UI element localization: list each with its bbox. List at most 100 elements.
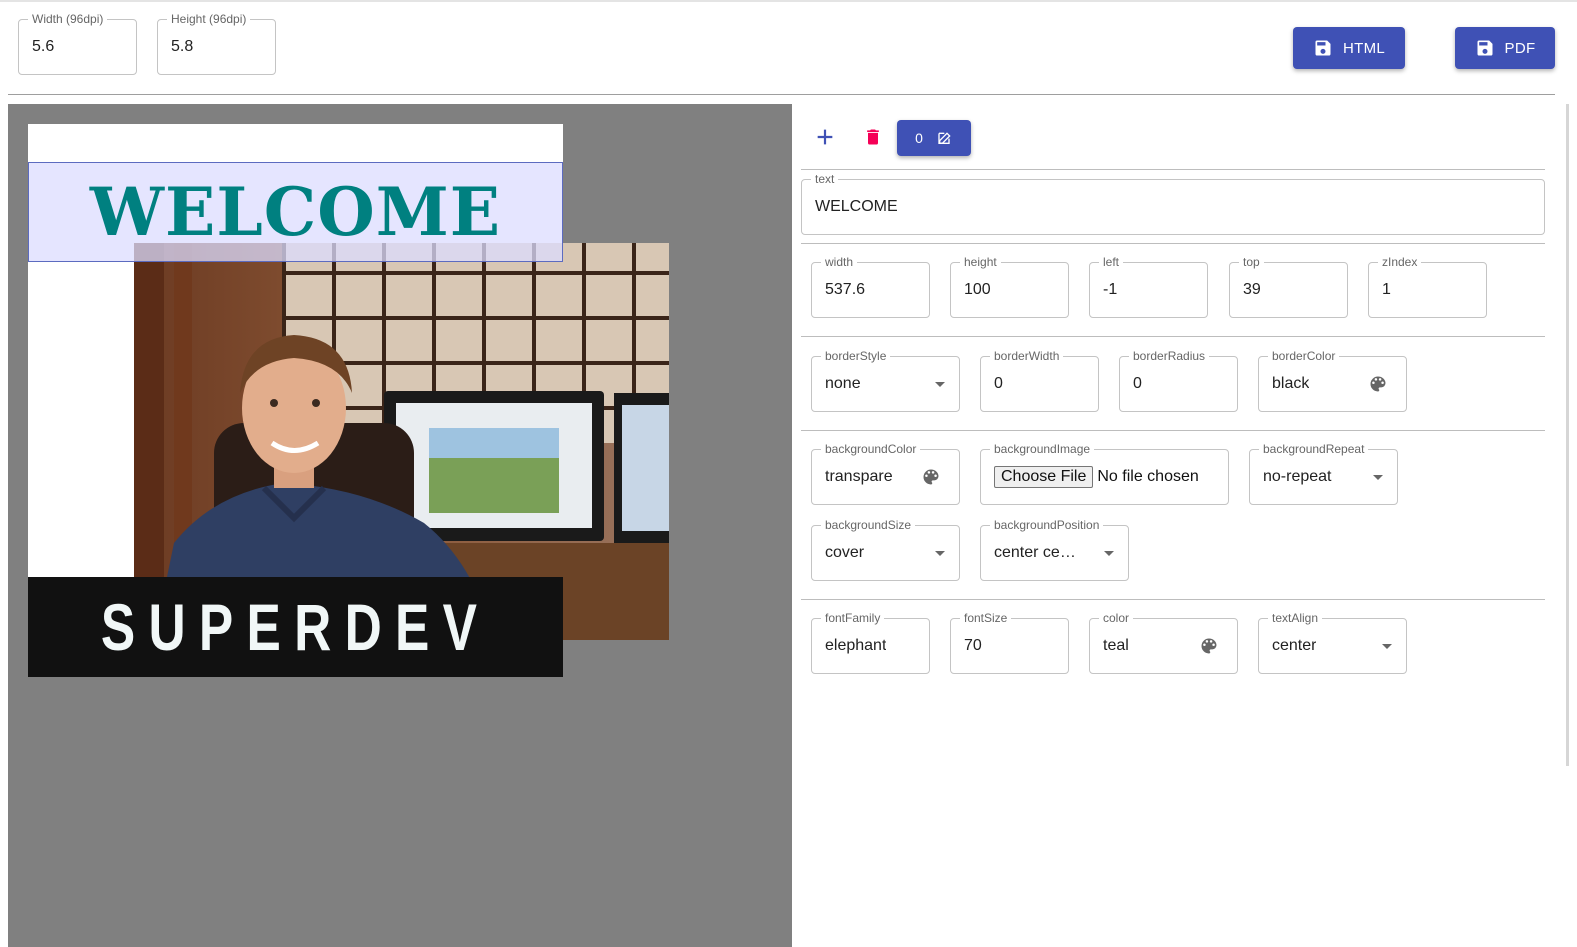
background-size-value: cover	[825, 544, 865, 561]
height-field[interactable]: height 100	[950, 255, 1069, 318]
section-divider	[801, 243, 1545, 244]
top-label: top	[1239, 255, 1264, 269]
edit-icon	[938, 132, 951, 144]
left-label: left	[1099, 255, 1124, 269]
border-color-value[interactable]: black	[1272, 375, 1309, 393]
add-element-button[interactable]	[811, 123, 839, 151]
save-icon	[1477, 40, 1493, 56]
font-size-value[interactable]: 70	[964, 637, 982, 655]
font-family-field[interactable]: fontFamily elephant	[811, 611, 930, 674]
welcome-text-element[interactable]: WELCOME	[28, 162, 563, 262]
section-divider	[801, 430, 1545, 431]
background-color-value[interactable]: transpare	[825, 468, 895, 486]
element-index-value: 0	[915, 130, 923, 146]
page-height-value[interactable]: 5.8	[171, 38, 193, 56]
border-width-value[interactable]: 0	[994, 375, 1003, 393]
export-pdf-label: PDF	[1504, 39, 1536, 57]
background-position-label: backgroundPosition	[990, 518, 1104, 532]
font-family-value[interactable]: elephant	[825, 637, 886, 655]
border-width-label: borderWidth	[990, 349, 1064, 363]
height-label: height	[960, 255, 1001, 269]
border-radius-field[interactable]: borderRadius 0	[1119, 349, 1238, 412]
element-index-button[interactable]: 0	[897, 120, 971, 156]
delete-element-button[interactable]	[860, 123, 886, 151]
zindex-field[interactable]: zIndex 1	[1368, 255, 1487, 318]
text-align-label: textAlign	[1268, 611, 1323, 625]
left-field[interactable]: left -1	[1089, 255, 1208, 318]
palette-icon[interactable]	[1368, 374, 1388, 394]
background-size-select[interactable]: backgroundSize cover	[811, 518, 960, 581]
section-divider	[801, 169, 1545, 170]
background-image-label: backgroundImage	[990, 442, 1095, 456]
border-color-label: borderColor	[1268, 349, 1340, 363]
page-height-label: Height (96dpi)	[167, 12, 251, 26]
dropdown-arrow-icon	[1382, 644, 1392, 649]
section-divider	[801, 599, 1545, 600]
dropdown-arrow-icon	[935, 382, 945, 387]
export-html-button[interactable]: HTML	[1293, 27, 1405, 69]
background-repeat-label: backgroundRepeat	[1259, 442, 1369, 456]
border-radius-value[interactable]: 0	[1133, 375, 1142, 393]
dropdown-arrow-icon	[935, 551, 945, 556]
welcome-heading: WELCOME	[89, 173, 502, 251]
border-color-field[interactable]: borderColor black	[1258, 349, 1407, 412]
background-color-field[interactable]: backgroundColor transpare	[811, 442, 960, 505]
palette-icon[interactable]	[921, 467, 941, 487]
no-file-text: No file chosen	[1097, 468, 1199, 485]
plus-icon	[817, 129, 833, 145]
background-size-label: backgroundSize	[821, 518, 916, 532]
border-style-select[interactable]: borderStyle none	[811, 349, 960, 412]
background-repeat-select[interactable]: backgroundRepeat no-repeat	[1249, 442, 1398, 505]
text-align-select[interactable]: textAlign center	[1258, 611, 1407, 674]
export-html-label: HTML	[1342, 39, 1386, 57]
section-divider	[801, 336, 1545, 337]
page-width-label: Width (96dpi)	[28, 12, 108, 26]
page-root: Width (96dpi) 5.6 Height (96dpi) 5.8 HTM…	[0, 0, 1577, 947]
page-height-field[interactable]: Height (96dpi) 5.8	[157, 12, 276, 75]
border-style-value: none	[825, 375, 861, 392]
top-value[interactable]: 39	[1243, 281, 1261, 299]
text-field-label: text	[811, 172, 839, 186]
top-field[interactable]: top 39	[1229, 255, 1348, 318]
border-radius-label: borderRadius	[1129, 349, 1210, 363]
background-color-label: backgroundColor	[821, 442, 921, 456]
scrollbar[interactable]	[1566, 104, 1569, 766]
border-style-label: borderStyle	[821, 349, 891, 363]
background-position-select[interactable]: backgroundPosition center ce…	[980, 518, 1129, 581]
font-size-label: fontSize	[960, 611, 1012, 625]
choose-file-button[interactable]: Choose File	[994, 466, 1094, 488]
text-color-value[interactable]: teal	[1103, 637, 1129, 655]
width-value[interactable]: 537.6	[825, 281, 865, 299]
toolbar-divider	[8, 94, 1555, 95]
text-color-label: color	[1099, 611, 1134, 625]
design-canvas[interactable]: WELCOME SUPERDEV	[8, 104, 792, 947]
design-page[interactable]: WELCOME SUPERDEV	[28, 124, 669, 677]
text-field[interactable]: text WELCOME	[801, 172, 1545, 235]
background-position-value: center ce…	[994, 544, 1076, 561]
zindex-label: zIndex	[1378, 255, 1422, 269]
top-edge	[0, 0, 1577, 2]
background-repeat-value: no-repeat	[1263, 468, 1332, 485]
export-pdf-button[interactable]: PDF	[1455, 27, 1555, 69]
border-width-field[interactable]: borderWidth 0	[980, 349, 1099, 412]
font-size-field[interactable]: fontSize 70	[950, 611, 1069, 674]
trash-icon	[867, 129, 879, 145]
superdev-text-element[interactable]: SUPERDEV	[28, 577, 563, 677]
superdev-heading: SUPERDEV	[100, 590, 491, 664]
width-label: width	[821, 255, 858, 269]
palette-icon[interactable]	[1199, 636, 1219, 656]
text-field-value[interactable]: WELCOME	[815, 198, 898, 216]
width-field[interactable]: width 537.6	[811, 255, 930, 318]
background-image-field[interactable]: backgroundImage Choose File No file chos…	[980, 442, 1229, 505]
left-value[interactable]: -1	[1103, 281, 1117, 299]
text-color-field[interactable]: color teal	[1089, 611, 1238, 674]
zindex-value[interactable]: 1	[1382, 281, 1391, 299]
height-value[interactable]: 100	[964, 281, 991, 299]
text-align-value: center	[1272, 637, 1317, 654]
dropdown-arrow-icon	[1373, 475, 1383, 480]
font-family-label: fontFamily	[821, 611, 885, 625]
file-picker[interactable]: Choose File No file chosen	[994, 466, 1199, 488]
page-width-field[interactable]: Width (96dpi) 5.6	[18, 12, 137, 75]
page-width-value[interactable]: 5.6	[32, 38, 54, 56]
dropdown-arrow-icon	[1104, 551, 1114, 556]
